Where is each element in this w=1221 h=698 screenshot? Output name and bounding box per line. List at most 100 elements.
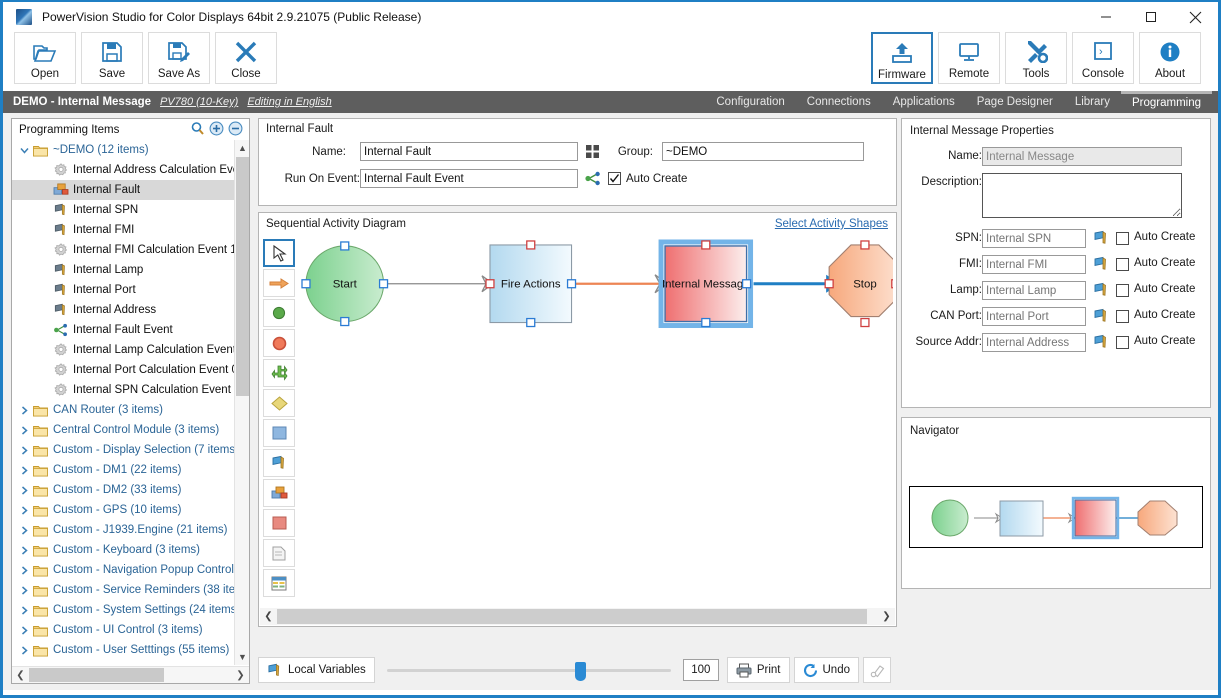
- tree-vertical-scrollbar[interactable]: ▲ ▼: [234, 140, 249, 665]
- tree-item-row[interactable]: Internal Fault Event: [12, 320, 234, 340]
- table-grid-icon[interactable]: [263, 569, 295, 597]
- chevron-right-icon[interactable]: [16, 622, 32, 638]
- chevron-right-icon[interactable]: [16, 582, 32, 598]
- tree-item-row[interactable]: Internal Address: [12, 300, 234, 320]
- variable-flag-icon[interactable]: [1093, 334, 1110, 350]
- variable-flag-icon[interactable]: [1093, 230, 1110, 246]
- zoom-slider-thumb[interactable]: [574, 662, 586, 681]
- chevron-right-icon[interactable]: [16, 522, 32, 538]
- tree-item-row[interactable]: Internal FMI Calculation Event 16: [12, 240, 243, 260]
- diagram-canvas[interactable]: Start Fire Actions Internal Message Stop: [301, 237, 893, 606]
- minimize-icon[interactable]: [1083, 2, 1128, 32]
- green-start-node-icon[interactable]: [263, 299, 295, 327]
- local-variables-button[interactable]: Local Variables: [258, 657, 375, 683]
- chevron-right-icon[interactable]: [16, 442, 32, 458]
- properties-can-port-auto-create-checkbox[interactable]: [1116, 310, 1129, 323]
- scroll-right-icon[interactable]: ❯: [232, 667, 249, 683]
- green-fork-icon[interactable]: [263, 359, 295, 387]
- chevron-right-icon[interactable]: [16, 422, 32, 438]
- arrow-transition-icon[interactable]: [263, 269, 295, 297]
- tree-item-row[interactable]: Internal Port: [12, 280, 234, 300]
- properties-spn-auto-create-checkbox[interactable]: [1116, 232, 1129, 245]
- collapse-all-icon[interactable]: [228, 121, 243, 136]
- undo-button[interactable]: Undo: [793, 657, 859, 683]
- tree-item-row[interactable]: Internal Port Calculation Event 0: [12, 360, 238, 380]
- variable-flag-icon[interactable]: [1093, 256, 1110, 272]
- fault-block-icon[interactable]: [263, 479, 295, 507]
- run-on-event-input[interactable]: [360, 169, 578, 188]
- tree-folder-row[interactable]: Custom - DM2 (33 items): [12, 480, 234, 500]
- chevron-right-icon[interactable]: [16, 542, 32, 558]
- red-stop-node-icon[interactable]: [263, 329, 295, 357]
- group-input[interactable]: [662, 142, 864, 161]
- print-button[interactable]: Print: [726, 657, 790, 683]
- maximize-icon[interactable]: [1128, 2, 1173, 32]
- note-page-icon[interactable]: [263, 539, 295, 567]
- tree-folder-row[interactable]: Custom - Navigation Popup Control (4: [12, 560, 247, 580]
- firmware-button[interactable]: Firmware: [871, 32, 933, 84]
- tab-configuration[interactable]: Configuration: [705, 91, 795, 113]
- chevron-right-icon[interactable]: [16, 562, 32, 578]
- blue-activity-icon[interactable]: [263, 419, 295, 447]
- tree-hscroll-thumb[interactable]: [29, 668, 164, 682]
- tree-item-row[interactable]: Internal SPN Calculation Event 94: [12, 380, 247, 400]
- zoom-value[interactable]: 100: [682, 659, 719, 681]
- variable-flag-icon[interactable]: [1093, 282, 1110, 298]
- name-input[interactable]: [360, 142, 578, 161]
- scroll-down-icon[interactable]: ▼: [235, 649, 249, 665]
- properties-source-addr-input[interactable]: [982, 333, 1086, 352]
- tree-folder-row[interactable]: Custom - Service Reminders (38 items): [12, 580, 249, 600]
- auto-create-checkbox[interactable]: [608, 172, 621, 185]
- diagram-hscroll-thumb[interactable]: [277, 609, 867, 624]
- properties-can-port-input[interactable]: [982, 307, 1086, 326]
- properties-lamp-input[interactable]: [982, 281, 1086, 300]
- tree-folder-row[interactable]: CAN Router (3 items): [12, 400, 234, 420]
- chevron-right-icon[interactable]: [16, 462, 32, 478]
- tab-library[interactable]: Library: [1064, 91, 1121, 113]
- variable-flag-icon[interactable]: [263, 449, 295, 477]
- pointer-cursor-icon[interactable]: [263, 239, 295, 267]
- close-icon[interactable]: [1173, 2, 1218, 32]
- project-model-link[interactable]: PV780 (10-Key): [160, 96, 238, 108]
- chevron-right-icon[interactable]: [16, 482, 32, 498]
- zoom-slider[interactable]: [383, 657, 675, 683]
- navigator-viewport[interactable]: [909, 486, 1203, 548]
- tree-folder-row[interactable]: Custom - GPS (10 items): [12, 500, 234, 520]
- chevron-right-icon[interactable]: [16, 642, 32, 658]
- calculator-grid-icon[interactable]: [585, 144, 600, 159]
- scroll-left-icon[interactable]: ❮: [12, 667, 29, 683]
- open-button[interactable]: Open: [14, 32, 76, 84]
- chevron-right-icon[interactable]: [16, 402, 32, 418]
- properties-fmi-input[interactable]: [982, 255, 1086, 274]
- tab-programming[interactable]: Programming: [1120, 91, 1212, 113]
- tree-item-row[interactable]: Internal SPN: [12, 200, 234, 220]
- expand-all-icon[interactable]: [209, 121, 224, 136]
- properties-fmi-auto-create-checkbox[interactable]: [1116, 258, 1129, 271]
- properties-spn-input[interactable]: [982, 229, 1086, 248]
- tree-scroll-area[interactable]: ~DEMO (12 items) Internal Address Calcula…: [12, 140, 249, 665]
- tree-vscroll-thumb[interactable]: [236, 157, 249, 396]
- tree-folder-row[interactable]: Custom - UI Control (3 items): [12, 620, 234, 640]
- tree-item-row[interactable]: Internal Address Calculation Event 0: [12, 160, 249, 180]
- properties-lamp-auto-create-checkbox[interactable]: [1116, 284, 1129, 297]
- properties-description-input[interactable]: [982, 173, 1182, 218]
- about-button[interactable]: About: [1139, 32, 1201, 84]
- tree-item-row[interactable]: Internal Fault: [12, 180, 234, 200]
- variable-flag-icon[interactable]: [1093, 308, 1110, 324]
- console-button[interactable]: › Console: [1072, 32, 1134, 84]
- tree-folder-row[interactable]: Custom - System Settings (24 items): [12, 600, 240, 620]
- save-as-button[interactable]: Save As: [148, 32, 210, 84]
- search-icon[interactable]: [190, 121, 205, 136]
- tree-folder-row[interactable]: Custom - Keyboard (3 items): [12, 540, 234, 560]
- tools-button[interactable]: Tools: [1005, 32, 1067, 84]
- tab-applications[interactable]: Applications: [882, 91, 966, 113]
- tree-folder-row[interactable]: Custom - User Setttings (55 items): [12, 640, 234, 660]
- main-vertical-scrollbar[interactable]: [1211, 113, 1217, 690]
- diagram-horizontal-scrollbar[interactable]: ❮ ❯: [260, 608, 895, 625]
- project-language-link[interactable]: Editing in English: [247, 96, 331, 108]
- tree-folder-row[interactable]: ~DEMO (12 items): [12, 140, 234, 160]
- select-activity-shapes-link[interactable]: Select Activity Shapes: [775, 218, 888, 230]
- tree-folder-row[interactable]: Custom - Display Selection (7 items): [12, 440, 239, 460]
- yellow-decision-icon[interactable]: [263, 389, 295, 417]
- event-node-icon[interactable]: [585, 171, 601, 186]
